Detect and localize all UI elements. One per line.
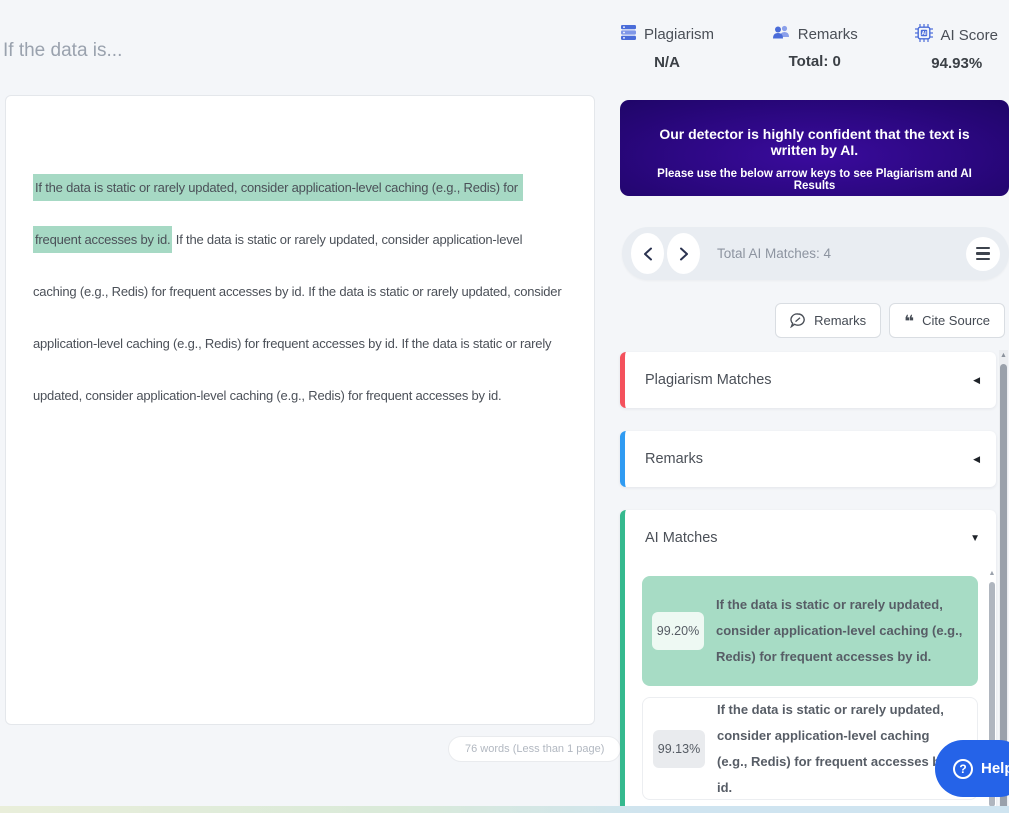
chevron-right-icon xyxy=(679,247,689,261)
server-stack-icon xyxy=(620,24,637,45)
collapse-arrow-icon[interactable]: ◀ xyxy=(973,375,980,386)
ai-match-item-selected[interactable]: 99.20% If the data is static or rarely u… xyxy=(642,576,978,686)
people-icon xyxy=(772,24,791,44)
stat-label: AI Score xyxy=(940,27,998,44)
stat-remarks: Remarks Total: 0 xyxy=(772,24,858,72)
remarks-button[interactable]: Remarks xyxy=(775,303,881,338)
ai-match-text: If the data is static or rarely updated,… xyxy=(716,592,964,670)
plagiarism-matches-title: Plagiarism Matches xyxy=(645,372,772,388)
help-button-label: Help xyxy=(981,760,1009,777)
svg-text:AI: AI xyxy=(922,31,928,37)
stat-plagiarism: Plagiarism N/A xyxy=(620,24,714,72)
scroll-up-icon[interactable]: ▲ xyxy=(999,350,1008,362)
banner-subtext: Please use the below arrow keys to see P… xyxy=(642,168,987,192)
document-editor[interactable]: If the data is static or rarely updated,… xyxy=(5,95,595,725)
question-mark-icon: ? xyxy=(953,759,973,779)
cite-source-button[interactable]: ❝ Cite Source xyxy=(889,303,1005,338)
prev-match-button[interactable] xyxy=(631,233,664,274)
stat-value: 94.93% xyxy=(931,55,982,72)
page-title: If the data is... xyxy=(3,40,122,62)
ai-match-score-badge: 99.20% xyxy=(652,612,704,650)
document-text: If the data is static or rarely updated,… xyxy=(33,162,564,422)
cite-source-button-label: Cite Source xyxy=(922,313,990,328)
word-count-badge: 76 words (Less than 1 page) xyxy=(448,736,621,762)
hamburger-icon xyxy=(976,247,990,250)
stat-label: Plagiarism xyxy=(644,26,714,43)
quote-icon: ❝ xyxy=(904,313,914,330)
stat-label: Remarks xyxy=(798,26,858,43)
help-button[interactable]: ? Help xyxy=(935,740,1009,797)
scroll-up-icon[interactable]: ▲ xyxy=(988,568,996,580)
remarks-panel-title: Remarks xyxy=(645,451,703,467)
actions-row: Remarks ❝ Cite Source xyxy=(620,303,1005,338)
stat-value: N/A xyxy=(654,54,680,71)
banner-headline: Our detector is highly confident that th… xyxy=(642,126,987,158)
next-match-button[interactable] xyxy=(667,233,700,274)
match-navigation-bar: Total AI Matches: 4 xyxy=(622,227,1009,280)
remarks-button-label: Remarks xyxy=(814,313,866,328)
chat-bubble-icon xyxy=(790,313,806,328)
chevron-left-icon xyxy=(643,247,653,261)
ai-confidence-banner: Our detector is highly confident that th… xyxy=(620,100,1009,196)
ai-match-item[interactable]: 99.13% If the data is static or rarely u… xyxy=(642,697,978,800)
stat-ai-score: AI AI Score 94.93% xyxy=(915,24,998,72)
ai-matches-title: AI Matches xyxy=(645,530,718,546)
remarks-panel[interactable]: Remarks ◀ xyxy=(620,431,996,487)
ai-match-score-badge: 99.13% xyxy=(653,730,705,768)
document-body-text: If the data is static or rarely updated,… xyxy=(33,232,565,403)
plagiarism-matches-panel[interactable]: Plagiarism Matches ◀ xyxy=(620,352,996,408)
ai-match-text: If the data is static or rarely updated,… xyxy=(717,697,963,801)
bottom-edge-strip xyxy=(0,806,1009,813)
expand-arrow-icon[interactable]: ▼ xyxy=(970,533,980,544)
collapse-arrow-icon[interactable]: ◀ xyxy=(973,454,980,465)
total-ai-matches-label: Total AI Matches: 4 xyxy=(717,246,831,261)
stat-value: Total: 0 xyxy=(789,53,841,70)
ai-chip-icon: AI xyxy=(915,24,933,46)
matches-menu-button[interactable] xyxy=(966,237,1000,271)
stats-row: Plagiarism N/A Remarks Total: 0 xyxy=(620,24,998,72)
